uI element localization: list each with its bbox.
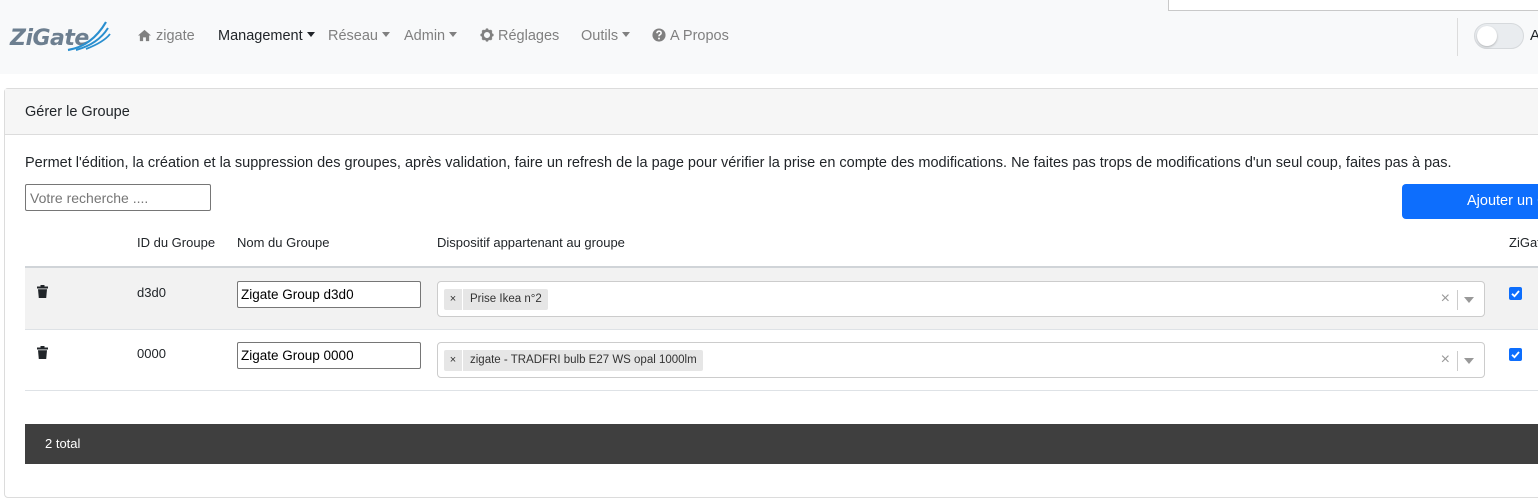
chip-remove-icon[interactable]: × bbox=[444, 289, 463, 310]
toggle-knob bbox=[1477, 26, 1497, 46]
nav-reseau[interactable]: Réseau bbox=[328, 27, 390, 47]
row-divider bbox=[25, 390, 1538, 391]
group-name-input[interactable] bbox=[237, 281, 421, 308]
zigate-checkbox[interactable] bbox=[1509, 348, 1522, 361]
group-name-input[interactable] bbox=[237, 342, 421, 369]
question-circle-icon bbox=[652, 28, 666, 42]
nav-reglages-label: Réglages bbox=[498, 28, 560, 44]
add-group-button[interactable]: Ajouter un G bbox=[1402, 184, 1538, 219]
chevron-down-icon[interactable] bbox=[1464, 297, 1474, 303]
search-input[interactable] bbox=[25, 184, 211, 211]
caret-down-icon bbox=[449, 32, 458, 37]
column-header-devices: Dispositif appartenant au groupe bbox=[437, 235, 625, 250]
column-header-name: Nom du Groupe bbox=[237, 235, 330, 250]
chip-label: zigate - TRADFRI bulb E27 WS opal 1000lm bbox=[470, 354, 697, 366]
table-footer-total: 2 total bbox=[25, 424, 1538, 464]
brand-logo[interactable]: ZiGate bbox=[10, 16, 111, 56]
device-multiselect[interactable]: × zigate - TRADFRI bulb E27 WS opal 1000… bbox=[437, 342, 1485, 378]
table-row: 0000 × zigate - TRADFRI bulb E27 WS opal… bbox=[25, 329, 1538, 390]
caret-down-icon bbox=[622, 32, 631, 37]
dark-mode-toggle[interactable] bbox=[1474, 23, 1524, 49]
device-chip: × Prise Ikea n°2 bbox=[444, 289, 548, 310]
nav-admin-label: Admin bbox=[404, 28, 446, 44]
caret-down-icon bbox=[381, 32, 390, 37]
dropdown-menu-edge bbox=[1168, 0, 1538, 11]
column-header-id: ID du Groupe bbox=[137, 235, 216, 250]
nav-apropos-label: A Propos bbox=[670, 28, 729, 44]
device-chip: × zigate - TRADFRI bulb E27 WS opal 1000… bbox=[444, 350, 703, 371]
table-row: d3d0 × Prise Ikea n°2 × bbox=[25, 268, 1538, 329]
trash-icon[interactable] bbox=[37, 346, 48, 359]
nav-outils[interactable]: Outils bbox=[581, 27, 631, 47]
card-title: Gérer le Groupe bbox=[25, 104, 130, 120]
chip-remove-icon[interactable]: × bbox=[444, 350, 463, 371]
caret-down-icon bbox=[306, 32, 315, 37]
chevron-down-icon[interactable] bbox=[1464, 358, 1474, 364]
device-multiselect[interactable]: × Prise Ikea n°2 × bbox=[437, 281, 1485, 317]
nav-outils-label: Outils bbox=[581, 28, 619, 44]
toggle-label: A bbox=[1530, 27, 1538, 44]
column-header-zigate: ZiGate bbox=[1509, 235, 1538, 250]
card-header: Gérer le Groupe bbox=[5, 89, 1538, 135]
group-id: 0000 bbox=[137, 346, 166, 361]
nav-management-label: Management bbox=[218, 28, 303, 44]
card-description: Permet l'édition, la création et la supp… bbox=[25, 155, 1452, 171]
nav-divider bbox=[1457, 18, 1458, 56]
clear-icon[interactable]: × bbox=[1441, 350, 1450, 370]
home-icon bbox=[138, 29, 151, 42]
navbar: ZiGate zigate Management Réseau Admin Ré… bbox=[0, 0, 1538, 74]
nav-home[interactable]: zigate bbox=[137, 27, 195, 47]
checkmark-icon bbox=[1511, 351, 1520, 359]
nav-reseau-label: Réseau bbox=[328, 28, 378, 44]
nav-management[interactable]: Management bbox=[218, 27, 315, 47]
checkmark-icon bbox=[1511, 290, 1520, 298]
trash-icon[interactable] bbox=[37, 285, 48, 298]
nav-reglages[interactable]: Réglages bbox=[480, 27, 559, 47]
gear-icon bbox=[480, 28, 494, 42]
group-id: d3d0 bbox=[137, 285, 166, 300]
select-divider bbox=[1457, 351, 1458, 371]
nav-home-label: zigate bbox=[156, 28, 195, 44]
zigate-checkbox[interactable] bbox=[1509, 287, 1522, 300]
select-divider bbox=[1457, 290, 1458, 310]
wifi-swoosh-icon bbox=[67, 21, 111, 52]
chip-label: Prise Ikea n°2 bbox=[470, 293, 542, 305]
nav-admin[interactable]: Admin bbox=[404, 27, 458, 47]
clear-icon[interactable]: × bbox=[1441, 289, 1450, 309]
nav-apropos[interactable]: A Propos bbox=[652, 27, 729, 47]
